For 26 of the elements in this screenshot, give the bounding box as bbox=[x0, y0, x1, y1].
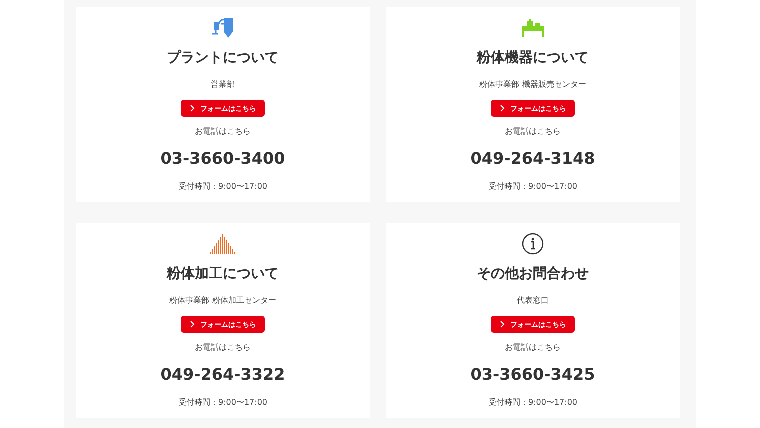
hours-text: 受付時間：9:00〜17:00 bbox=[488, 397, 578, 408]
chevron-right-icon bbox=[500, 105, 504, 112]
card-title: プラントについて bbox=[167, 49, 279, 67]
department-text: 代表窓口 bbox=[517, 295, 549, 306]
phone-label: お電話はこちら bbox=[505, 126, 561, 137]
chevron-right-icon bbox=[190, 321, 194, 328]
machine-icon bbox=[519, 16, 547, 40]
department-text: 粉体事業部 粉体加工センター bbox=[170, 295, 276, 306]
chevron-right-icon bbox=[190, 105, 194, 112]
phone-label: お電話はこちら bbox=[505, 342, 561, 353]
department-text: 営業部 bbox=[211, 79, 235, 90]
phone-number: 049-264-3148 bbox=[470, 149, 596, 168]
hours-text: 受付時間：9:00〜17:00 bbox=[178, 181, 268, 192]
card-title: その他お問合わせ bbox=[477, 265, 589, 283]
phone-label: お電話はこちら bbox=[195, 342, 251, 353]
phone-number: 049-264-3322 bbox=[160, 365, 286, 384]
phone-number: 03-3660-3425 bbox=[470, 365, 596, 384]
hours-text: 受付時間：9:00〜17:00 bbox=[488, 181, 578, 192]
phone-label: お電話はこちら bbox=[195, 126, 251, 137]
phone-number: 03-3660-3400 bbox=[160, 149, 286, 168]
chevron-right-icon bbox=[500, 321, 504, 328]
department-text: 粉体事業部 機器販売センター bbox=[480, 79, 586, 90]
histogram-icon bbox=[209, 232, 237, 256]
hours-text: 受付時間：9:00〜17:00 bbox=[178, 397, 268, 408]
card-title: 粉体加工について bbox=[167, 265, 279, 283]
card-title: 粉体機器について bbox=[477, 49, 589, 67]
